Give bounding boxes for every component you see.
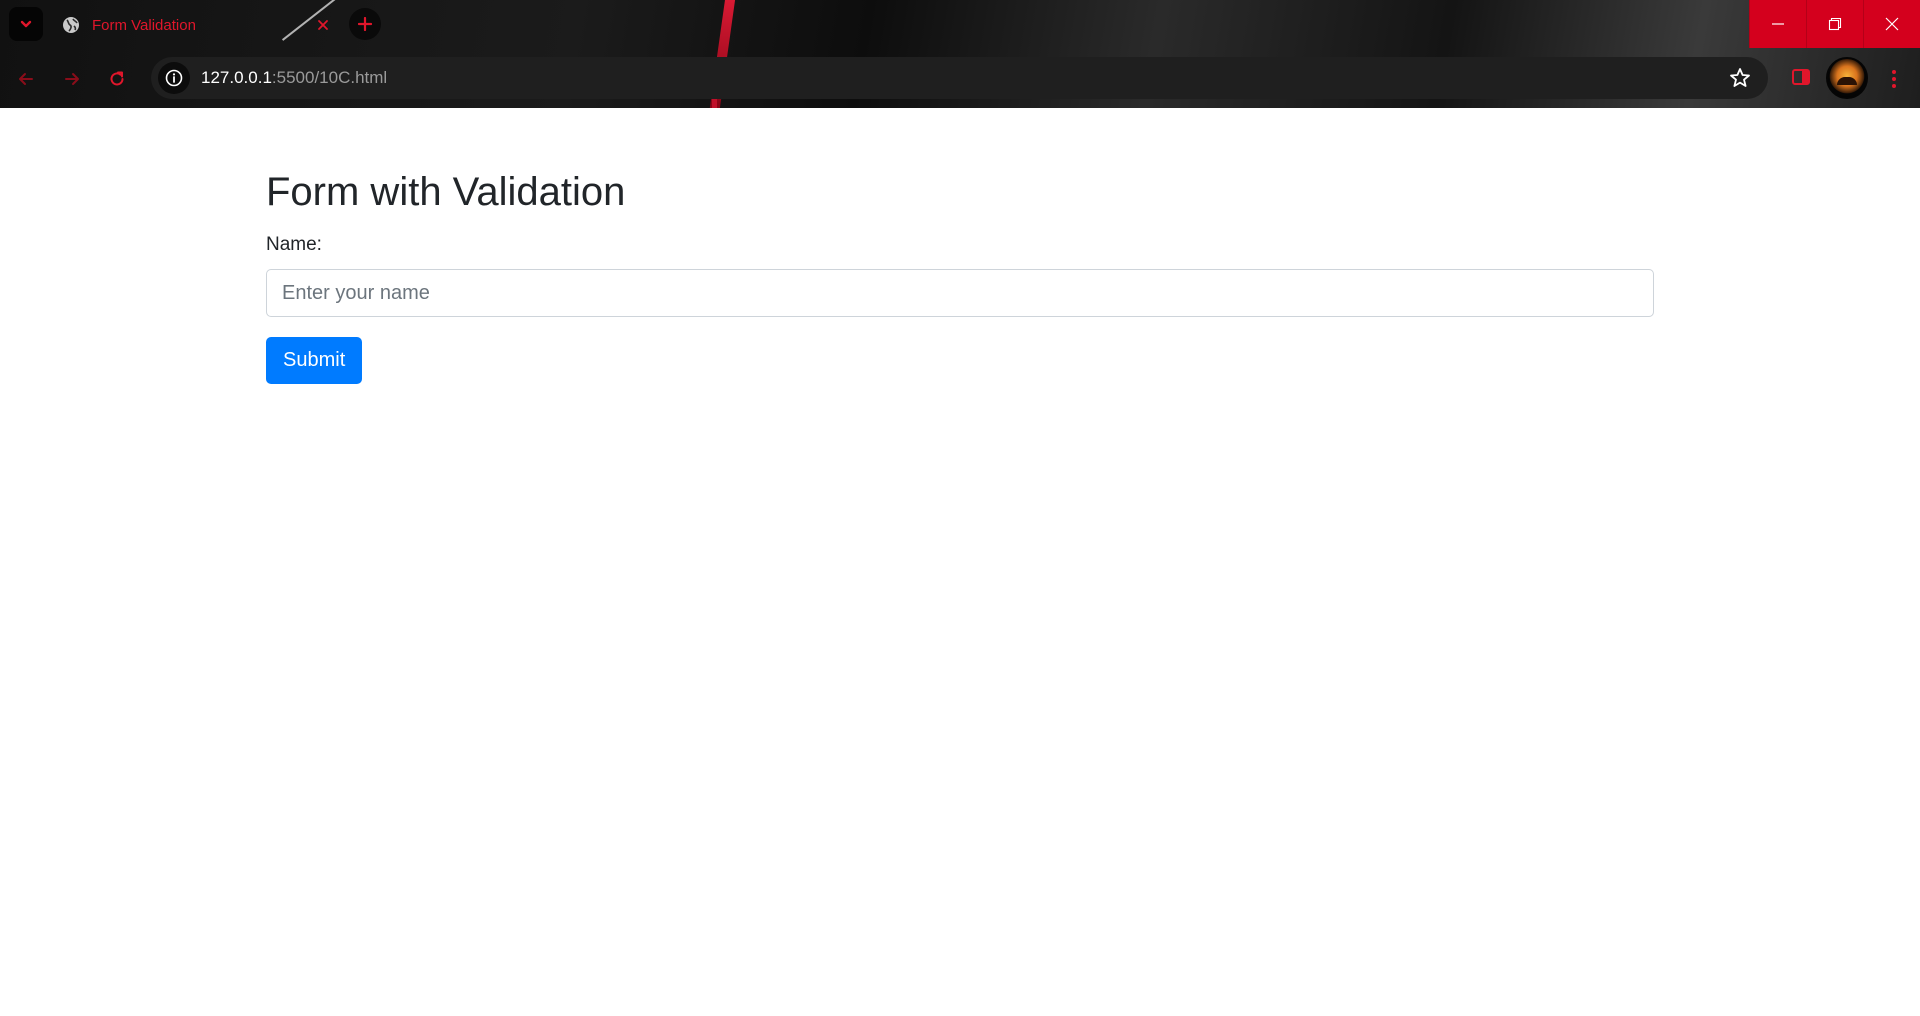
forward-button[interactable]	[55, 62, 89, 96]
browser-tab[interactable]: Form Validation	[52, 6, 342, 44]
info-icon	[165, 69, 183, 87]
arrow-left-icon	[19, 73, 33, 85]
minimize-button[interactable]	[1749, 0, 1806, 48]
browser-chrome: Form Validation 127.0.0.1:5500/10C.html	[0, 0, 1920, 108]
more-vertical-icon	[1892, 70, 1896, 88]
close-window-button[interactable]	[1863, 0, 1920, 48]
reload-icon	[110, 71, 124, 86]
side-panel-icon	[1792, 69, 1810, 85]
name-form-group: Name:	[266, 234, 1654, 317]
globe-icon	[63, 17, 79, 33]
site-info-button[interactable]	[158, 62, 190, 94]
new-tab-button[interactable]	[349, 8, 381, 40]
form-container: Form with Validation Name: Submit	[266, 168, 1654, 384]
plus-icon	[358, 17, 372, 31]
side-panel-button[interactable]	[1788, 64, 1814, 90]
minimize-icon	[1772, 23, 1784, 25]
validation-form: Name: Submit	[266, 234, 1654, 384]
restore-button[interactable]	[1806, 0, 1863, 48]
tab-title: Form Validation	[92, 16, 196, 34]
url-text: 127.0.0.1:5500/10C.html	[201, 68, 387, 88]
browser-toolbar: 127.0.0.1:5500/10C.html	[0, 56, 1920, 102]
name-input[interactable]	[266, 269, 1654, 317]
reload-button[interactable]	[100, 62, 134, 96]
chevron-down-icon	[20, 20, 32, 28]
name-label: Name:	[266, 234, 322, 255]
submit-button[interactable]: Submit	[266, 337, 363, 384]
tab-search-button[interactable]	[9, 7, 43, 41]
url-path: :5500/10C.html	[271, 68, 388, 87]
url-host: 127.0.0.1	[201, 68, 272, 87]
page-content: Form with Validation Name: Submit	[0, 108, 1920, 1016]
close-icon	[318, 20, 328, 30]
window-controls	[1749, 0, 1920, 48]
page-title: Form with Validation	[266, 170, 626, 214]
profile-avatar[interactable]	[1826, 57, 1868, 99]
arrow-right-icon	[65, 73, 79, 85]
restore-icon	[1828, 17, 1842, 31]
browser-menu-button[interactable]	[1880, 62, 1908, 96]
star-icon[interactable]	[1728, 66, 1752, 90]
back-button[interactable]	[9, 62, 43, 96]
close-icon	[1885, 17, 1899, 31]
tab-close-button[interactable]	[314, 16, 332, 34]
address-bar[interactable]: 127.0.0.1:5500/10C.html	[151, 57, 1768, 99]
